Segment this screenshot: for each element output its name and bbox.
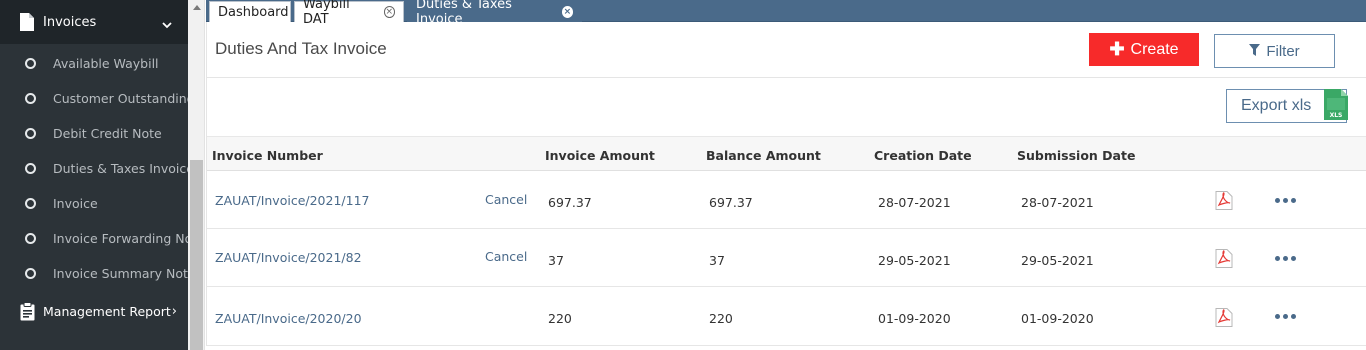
pdf-icon[interactable] xyxy=(1215,191,1233,210)
creation-date: 28-07-2021 xyxy=(878,195,951,210)
balance-amount: 37 xyxy=(709,253,725,268)
column-header-submission-date[interactable]: Submission Date xyxy=(1017,148,1135,163)
clipboard-icon xyxy=(20,301,35,321)
more-dots-icon[interactable] xyxy=(1275,314,1296,319)
page-title: Duties And Tax Invoice xyxy=(215,39,387,58)
more-dots-icon[interactable] xyxy=(1275,256,1296,261)
document-icon xyxy=(20,13,34,31)
submission-date: 01-09-2020 xyxy=(1021,311,1094,326)
sidebar-list: Available Waybill Customer Outstanding D… xyxy=(0,46,188,291)
table-row: ZAUAT/Invoice/2021/117 Cancel 697.37 697… xyxy=(207,171,1366,229)
table-row: ZAUAT/Invoice/2020/20 220 220 01-09-2020… xyxy=(207,287,1366,346)
sidebar-group-label: Invoices xyxy=(43,14,97,30)
cancel-link[interactable]: Cancel xyxy=(485,192,527,207)
export-bar: Export xls XLS xyxy=(206,78,1366,136)
balance-amount: 220 xyxy=(709,311,733,326)
app: Invoices Available Waybill Customer Outs… xyxy=(0,0,1366,350)
sidebar-item-management-report[interactable]: Management Report › xyxy=(0,291,188,331)
pdf-icon[interactable] xyxy=(1215,249,1233,268)
xls-file-icon: XLS xyxy=(1324,89,1348,120)
scrollbar-thumb[interactable] xyxy=(190,160,203,350)
sidebar-item-label: Invoice Forwarding Note xyxy=(53,231,188,246)
table-row: ZAUAT/Invoice/2021/82 Cancel 37 37 29-05… xyxy=(207,229,1366,287)
chevron-down-icon[interactable] xyxy=(162,14,172,33)
sidebar-item-label: Debit Credit Note xyxy=(53,126,162,141)
column-header-balance-amount[interactable]: Balance Amount xyxy=(706,148,821,163)
invoice-amount: 37 xyxy=(548,253,564,268)
plus-icon: ✚ xyxy=(1109,39,1125,59)
creation-date: 29-05-2021 xyxy=(878,253,951,268)
invoice-amount: 697.37 xyxy=(548,195,592,210)
circle-icon xyxy=(25,58,36,69)
submission-date: 29-05-2021 xyxy=(1021,253,1094,268)
cancel-link[interactable]: Cancel xyxy=(485,249,527,264)
column-header-invoice-number[interactable]: Invoice Number xyxy=(212,148,323,163)
main-content: Dashboard Waybill DAT × Duties & Taxes In… xyxy=(206,0,1366,350)
create-button-label: Create xyxy=(1130,40,1179,58)
export-button-label: Export xls xyxy=(1241,97,1312,114)
column-header-invoice-amount[interactable]: Invoice Amount xyxy=(545,148,655,163)
sidebar-item-customer-outstanding[interactable]: Customer Outstanding xyxy=(0,81,188,116)
tab-dashboard[interactable]: Dashboard xyxy=(209,1,291,22)
column-header-creation-date[interactable]: Creation Date xyxy=(874,148,972,163)
scroll-up-arrow-icon[interactable] xyxy=(193,5,201,10)
filter-button-label: Filter xyxy=(1266,42,1300,60)
table-body: ZAUAT/Invoice/2021/117 Cancel 697.37 697… xyxy=(207,171,1366,346)
invoice-number-link[interactable]: ZAUAT/Invoice/2020/20 xyxy=(215,311,362,326)
tab-bar: Dashboard Waybill DAT × Duties & Taxes In… xyxy=(206,0,1366,27)
circle-icon xyxy=(25,198,36,209)
close-icon[interactable]: × xyxy=(561,6,573,18)
sidebar-item-invoice-forwarding-note[interactable]: Invoice Forwarding Note xyxy=(0,221,188,256)
invoice-table: Invoice Number Invoice Amount Balance Am… xyxy=(206,136,1366,346)
invoice-amount: 220 xyxy=(548,311,572,326)
sidebar-item-available-waybill[interactable]: Available Waybill xyxy=(0,46,188,81)
circle-icon xyxy=(25,163,36,174)
pdf-icon[interactable] xyxy=(1215,308,1233,327)
filter-button[interactable]: Filter xyxy=(1214,34,1335,68)
sidebar-item-label: Available Waybill xyxy=(53,56,159,71)
sidebar-item-label: Duties & Taxes Invoice xyxy=(53,161,188,176)
sidebar-item-label: Management Report xyxy=(43,303,171,319)
submission-date: 28-07-2021 xyxy=(1021,195,1094,210)
balance-amount: 697.37 xyxy=(709,195,753,210)
circle-icon xyxy=(25,93,36,104)
tab-duties-taxes-invoice[interactable]: Duties & Taxes Invoice × xyxy=(407,0,582,27)
sidebar: Invoices Available Waybill Customer Outs… xyxy=(0,0,188,350)
tab-waybill-dat[interactable]: Waybill DAT × xyxy=(294,0,404,27)
circle-icon xyxy=(25,268,36,279)
invoice-number-link[interactable]: ZAUAT/Invoice/2021/117 xyxy=(215,193,369,208)
sidebar-item-invoice[interactable]: Invoice xyxy=(0,186,188,221)
sidebar-group-invoices[interactable]: Invoices xyxy=(0,0,188,44)
export-xls-button[interactable]: Export xls XLS xyxy=(1226,89,1348,123)
funnel-icon xyxy=(1249,43,1261,60)
sidebar-scrollbar[interactable] xyxy=(188,0,205,350)
sidebar-item-label: Customer Outstanding xyxy=(53,91,188,106)
invoice-number-link[interactable]: ZAUAT/Invoice/2021/82 xyxy=(215,250,362,265)
page-header: Duties And Tax Invoice ✚ Create Filter xyxy=(206,22,1366,78)
create-button[interactable]: ✚ Create xyxy=(1089,33,1199,66)
sidebar-item-label: Invoice Summary Note xyxy=(53,266,188,281)
circle-icon xyxy=(25,233,36,244)
xls-badge: XLS xyxy=(1330,112,1343,119)
chevron-right-icon: › xyxy=(171,303,177,319)
circle-icon xyxy=(25,128,36,139)
more-dots-icon[interactable] xyxy=(1275,198,1296,203)
close-icon[interactable]: × xyxy=(383,6,395,18)
creation-date: 01-09-2020 xyxy=(878,311,951,326)
sidebar-item-label: Invoice xyxy=(53,196,98,211)
tab-label: Dashboard xyxy=(218,4,289,20)
sidebar-item-duties-taxes-invoice[interactable]: Duties & Taxes Invoice xyxy=(0,151,188,186)
sidebar-item-invoice-summary-note[interactable]: Invoice Summary Note xyxy=(0,256,188,291)
table-header: Invoice Number Invoice Amount Balance Am… xyxy=(207,136,1366,171)
sidebar-item-debit-credit-note[interactable]: Debit Credit Note xyxy=(0,116,188,151)
